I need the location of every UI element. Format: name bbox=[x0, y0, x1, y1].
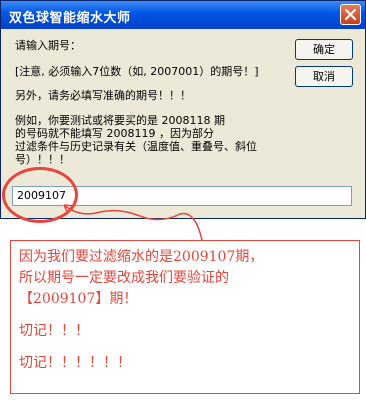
title-bar[interactable]: 双色球智能缩水大师 bbox=[1, 1, 365, 29]
close-icon bbox=[344, 8, 357, 21]
example-line-2: 的号码就不能填写 2008119 ，因为部分 bbox=[15, 127, 214, 140]
annotation-line-2: 所以期号一定要改成我们要验证的 bbox=[19, 270, 229, 286]
warning-text: 另外，请务必填写准确的期号！！！ bbox=[15, 89, 191, 102]
annotation-box: 因为我们要过滤缩水的是2009107期， 所以期号一定要改成我们要验证的 【20… bbox=[10, 240, 360, 394]
prompt-label: 请输入期号： bbox=[15, 39, 81, 52]
cancel-button[interactable]: 取消 bbox=[295, 66, 353, 87]
annotation-line-3: 【2009107】期！ bbox=[19, 291, 138, 307]
annotation-arrow bbox=[63, 204, 203, 241]
annotation-line-5: 切记！！！！！！ bbox=[19, 355, 131, 371]
example-line-3: 过滤条件与历史记录有关（温度值、重叠号、斜位 bbox=[15, 140, 257, 153]
close-button[interactable] bbox=[340, 4, 361, 25]
annotation-line-1: 因为我们要过滤缩水的是2009107期， bbox=[19, 249, 264, 265]
window-title: 双色球智能缩水大师 bbox=[9, 11, 131, 26]
notice-text: [注意, 必须输入7位数（如, 2007001）的期号！] bbox=[15, 65, 259, 78]
ok-button[interactable]: 确定 bbox=[295, 39, 353, 60]
annotation-line-4: 切记！！！ bbox=[19, 323, 89, 339]
example-line-1: 例如，你要测试或将要买的是 2008118 期 bbox=[15, 114, 225, 127]
example-line-4: 号）！！！ bbox=[15, 153, 70, 166]
